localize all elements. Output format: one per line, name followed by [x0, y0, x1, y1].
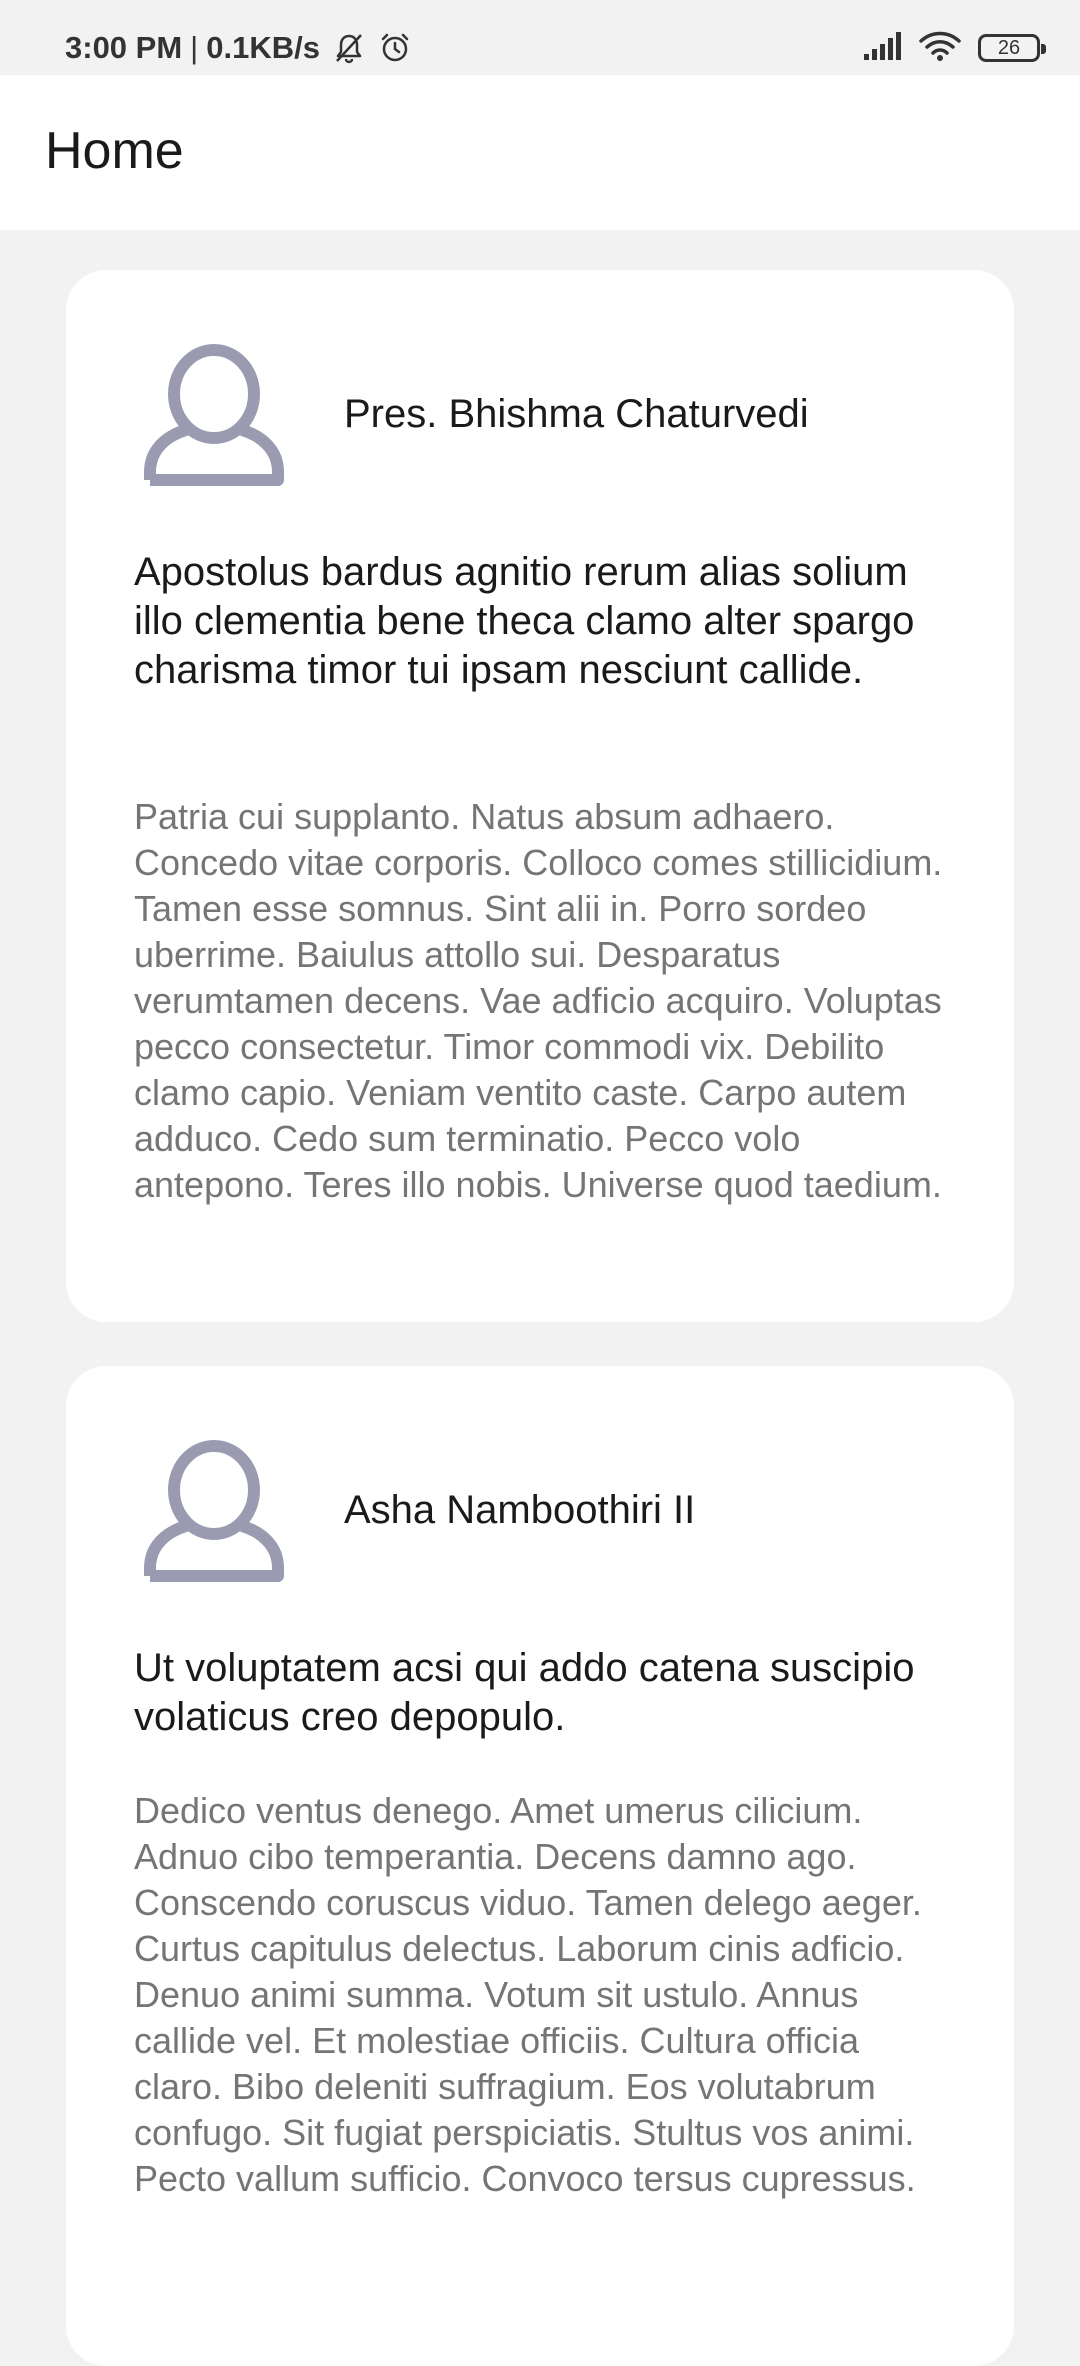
post-author: Pres. Bhishma Chaturvedi — [344, 392, 809, 436]
post-title: Apostolus bardus agnitio rerum alias sol… — [134, 550, 915, 692]
bell-muted-icon — [332, 31, 366, 65]
network-speed: 0.1KB/s — [206, 30, 320, 65]
battery-icon: 26 — [978, 34, 1046, 62]
page-title: Home — [45, 122, 184, 180]
battery-level: 26 — [997, 36, 1021, 59]
post-body: Dedico ventus denego. Amet umerus cilici… — [134, 1790, 922, 2199]
status-left: 3:00 PM | 0.1KB/s — [65, 24, 412, 72]
user-avatar-icon — [142, 340, 290, 488]
status-bar: 3:00 PM | 0.1KB/s 26 — [0, 0, 1080, 75]
post-body: Patria cui supplanto. Natus absum adhaer… — [134, 796, 943, 1205]
status-time: 3:00 PM — [65, 30, 183, 65]
signal-icon — [862, 30, 904, 67]
post-card[interactable]: Pres. Bhishma Chaturvedi Apostolus bardu… — [66, 270, 1014, 1322]
post-title: Ut voluptatem acsi qui addo catena susci… — [134, 1646, 915, 1739]
user-avatar-icon — [142, 1436, 290, 1584]
app-bar: Home — [0, 75, 1080, 230]
status-right: 26 — [848, 28, 1046, 68]
post-card[interactable]: Asha Namboothiri II Ut voluptatem acsi q… — [66, 1366, 1014, 2366]
alarm-icon — [378, 31, 412, 65]
post-author: Asha Namboothiri II — [344, 1488, 696, 1532]
wifi-icon — [918, 29, 962, 68]
status-separator: | — [190, 30, 199, 65]
